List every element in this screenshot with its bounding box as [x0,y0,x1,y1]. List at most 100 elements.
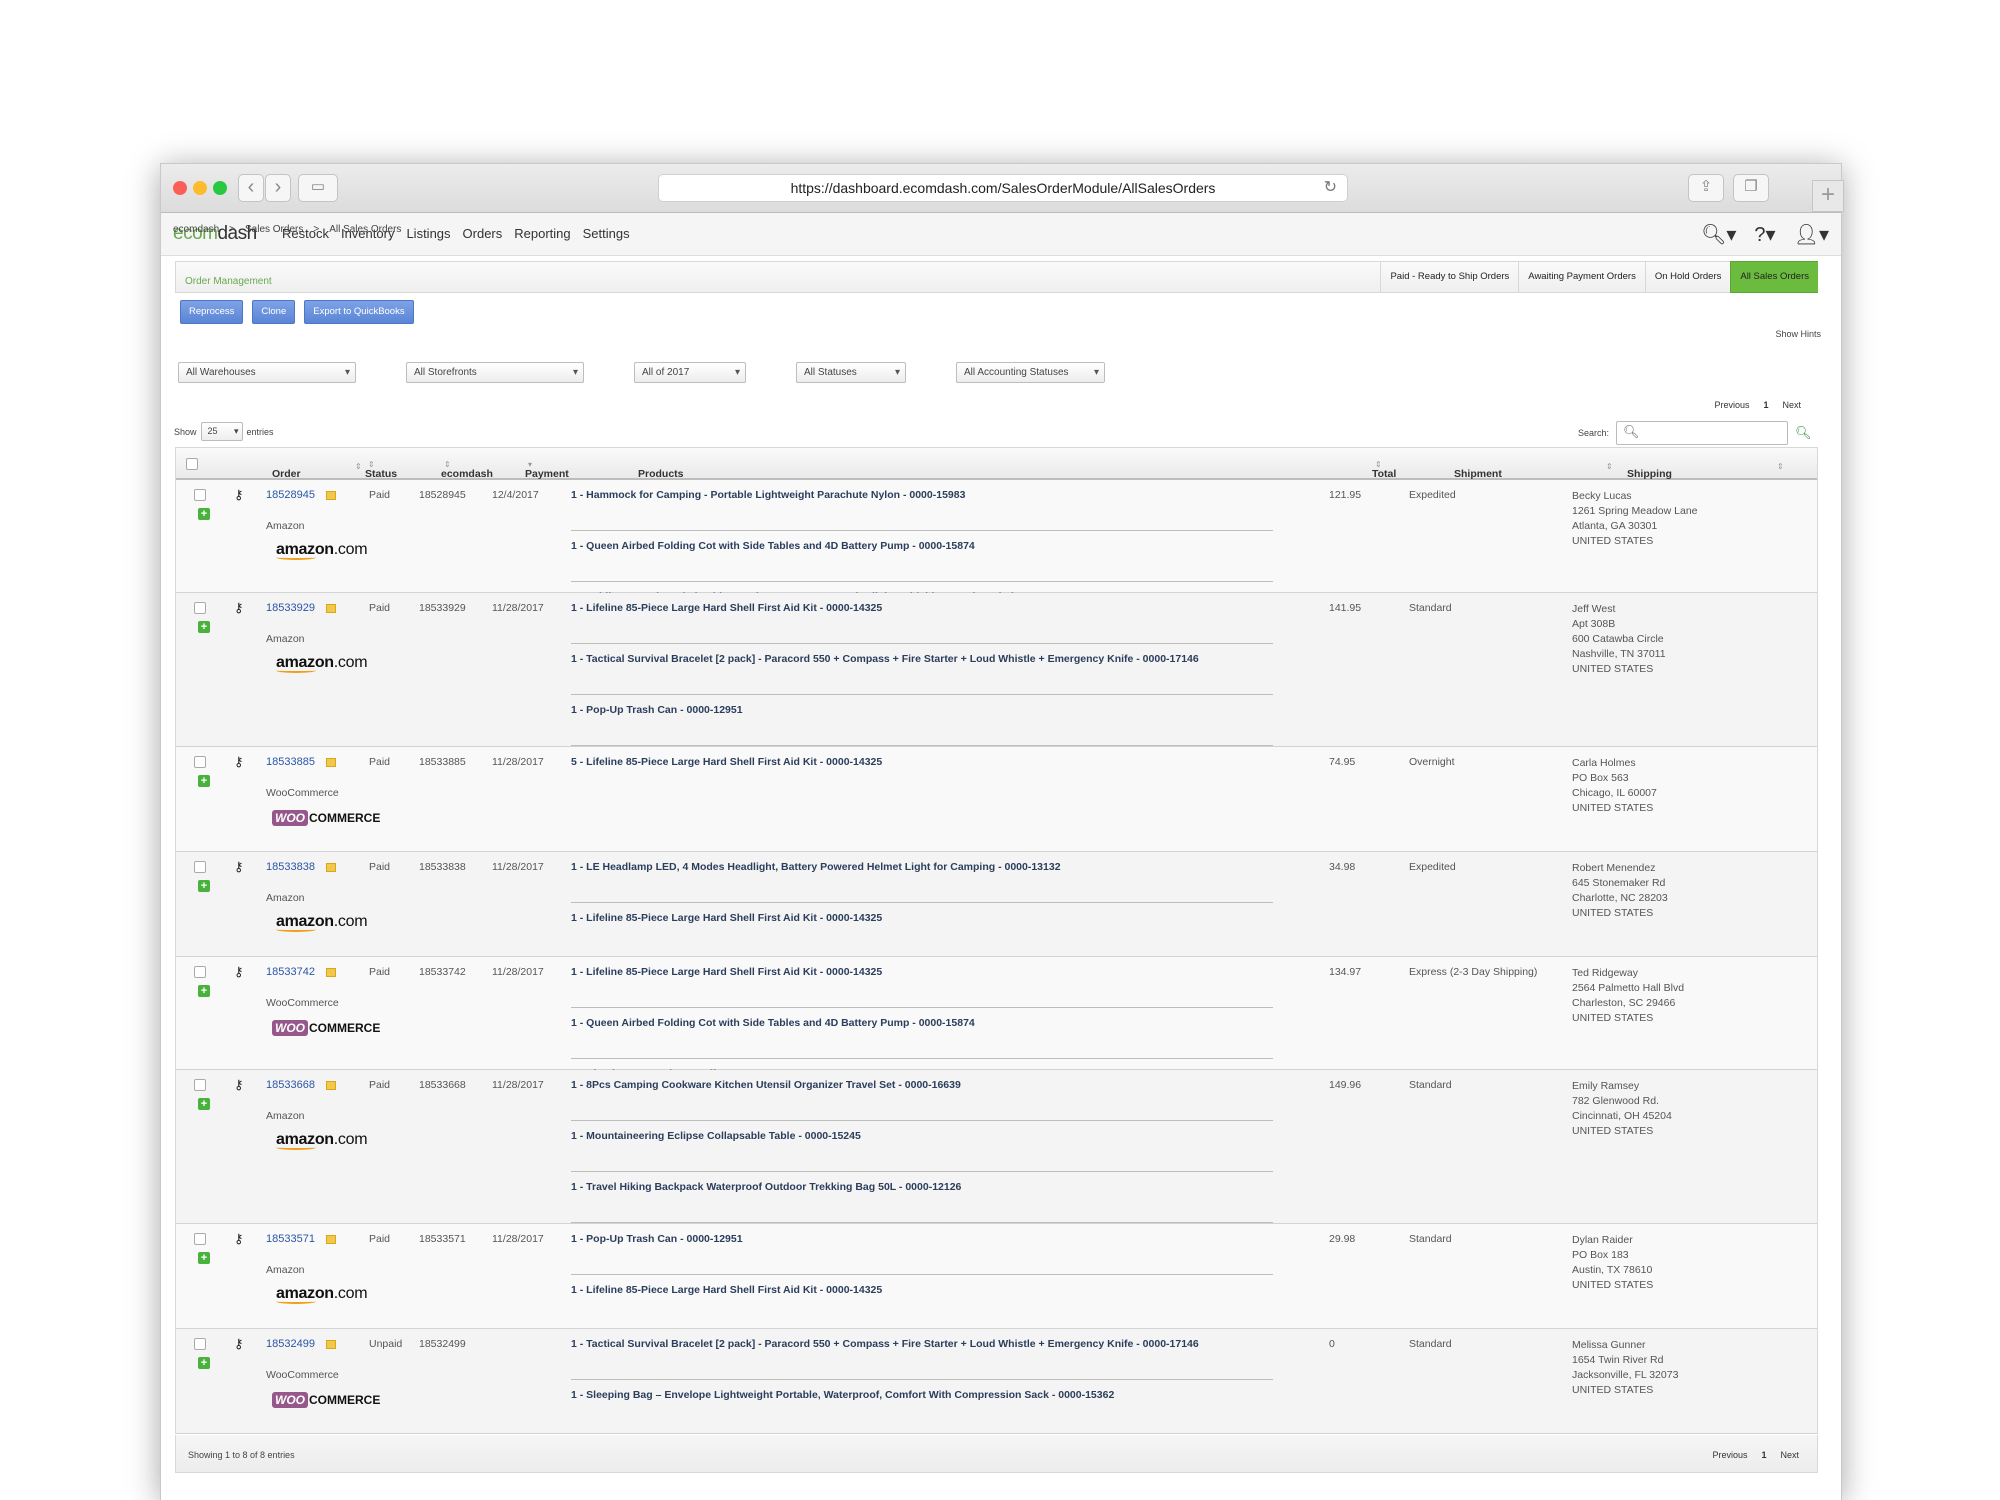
row-checkbox[interactable] [194,1233,206,1245]
expand-row-icon[interactable]: + [198,985,210,997]
product-item[interactable]: 5 - Lifeline 85-Piece Large Hard Shell F… [571,756,1273,798]
binoculars-icon[interactable]: ⚷ [234,1231,244,1247]
product-item[interactable]: 1 - Tactical Survival Bracelet [2 pack] … [571,653,1273,695]
order-number-link[interactable]: 18533742 [266,966,315,978]
address-bar[interactable]: https://dashboard.ecomdash.com/SalesOrde… [658,174,1348,202]
next-page-button[interactable]: Next [1780,1450,1799,1460]
col-status[interactable]: Status ⇕ [365,458,397,480]
binoculars-icon[interactable]: ⚷ [234,964,244,980]
note-icon[interactable] [326,863,336,872]
show-hints-link[interactable]: Show Hints [1775,329,1821,339]
storefront-filter[interactable]: All Storefronts [406,362,584,383]
col-payment-date[interactable]: Payment Date▾ [525,458,569,492]
row-checkbox[interactable] [194,489,206,501]
expand-row-icon[interactable]: + [198,1252,210,1264]
export-quickbooks-button[interactable]: Export to QuickBooks [304,300,414,324]
binoculars-icon[interactable]: ⚷ [234,859,244,875]
product-item[interactable]: 1 - Mountaineering Eclipse Collapsable T… [571,1130,1273,1172]
nav-settings[interactable]: Settings [583,226,630,241]
clone-button[interactable]: Clone [252,300,296,324]
accounting-status-filter[interactable]: All Accounting Statuses [956,362,1105,383]
previous-page-button[interactable]: Previous [1712,1450,1747,1460]
advanced-search-icon[interactable]: 🔍︎ [1795,425,1812,441]
search-input[interactable]: 🔍︎ [1616,421,1789,445]
product-item[interactable]: 1 - Lifeline 85-Piece Large Hard Shell F… [571,966,1273,1008]
product-item[interactable]: 1 - Sleeping Bag – Envelope Lightweight … [571,1389,1273,1431]
nav-reporting[interactable]: Reporting [514,226,570,241]
zoom-window-button[interactable] [213,181,227,195]
product-item[interactable]: 1 - Tactical Survival Bracelet [2 pack] … [571,1338,1273,1380]
product-item[interactable]: 1 - Lifeline 85-Piece Large Hard Shell F… [571,1284,1273,1326]
minimize-window-button[interactable] [193,181,207,195]
crumb-ecomdash[interactable]: ecomdash [173,224,219,235]
col-total-price[interactable]: Total Price⇕ [1372,458,1398,492]
new-tab-button[interactable]: + [1812,180,1844,212]
binoculars-icon[interactable]: ⚷ [234,1336,244,1352]
tab-on-hold[interactable]: On Hold Orders [1644,261,1731,293]
order-number-link[interactable]: 18528945 [266,489,315,501]
product-item[interactable]: 1 - LE Headlamp LED, 4 Modes Headlight, … [571,861,1273,903]
help-icon[interactable]: ?▾ [1754,222,1775,247]
order-number-link[interactable]: 18532499 [266,1338,315,1350]
order-number-link[interactable]: 18533929 [266,602,315,614]
product-item[interactable]: 1 - Pop-Up Trash Can - 0000-12951 [571,1233,1273,1275]
warehouse-filter[interactable]: All Warehouses [178,362,356,383]
sort-icon[interactable]: ⇕ [1606,462,1613,471]
col-ecomdash-id[interactable]: ecomdash ID⇕ [441,458,493,492]
tabs-icon[interactable]: ❐ [1733,174,1769,202]
row-checkbox[interactable] [194,1338,206,1350]
order-number-link[interactable]: 18533571 [266,1233,315,1245]
row-checkbox[interactable] [194,756,206,768]
period-filter[interactable]: All of 2017 [634,362,746,383]
note-icon[interactable] [326,1081,336,1090]
row-checkbox[interactable] [194,966,206,978]
product-item[interactable]: 1 - Pop-Up Trash Can - 0000-12951 [571,704,1273,746]
expand-row-icon[interactable]: + [198,508,210,520]
note-icon[interactable] [326,491,336,500]
next-page-button[interactable]: Next [1782,400,1801,410]
note-icon[interactable] [326,1235,336,1244]
binoculars-icon[interactable]: ⚷ [234,600,244,616]
note-icon[interactable] [326,968,336,977]
tab-awaiting-payment[interactable]: Awaiting Payment Orders [1518,261,1645,293]
search-icon[interactable]: 🔍︎▾ [1701,222,1736,247]
expand-row-icon[interactable]: + [198,880,210,892]
reload-icon[interactable]: ↻ [1324,175,1337,201]
order-number-link[interactable]: 18533885 [266,756,315,768]
tab-paid-ready-to-ship[interactable]: Paid - Ready to Ship Orders [1380,261,1519,293]
user-icon[interactable]: 👤︎▾ [1794,222,1829,247]
note-icon[interactable] [326,758,336,767]
product-item[interactable]: 1 - Queen Airbed Folding Cot with Side T… [571,1017,1273,1059]
expand-row-icon[interactable]: + [198,621,210,633]
status-filter[interactable]: All Statuses [796,362,906,383]
forward-icon[interactable]: › [265,174,291,202]
order-number-link[interactable]: 18533838 [266,861,315,873]
row-checkbox[interactable] [194,861,206,873]
close-window-button[interactable] [173,181,187,195]
note-icon[interactable] [326,604,336,613]
sort-icon[interactable]: ⇕ [355,462,362,471]
order-number-link[interactable]: 18533668 [266,1079,315,1091]
expand-row-icon[interactable]: + [198,1357,210,1369]
previous-page-button[interactable]: Previous [1714,400,1749,410]
page-number[interactable]: 1 [1761,1450,1766,1460]
crumb-sales-orders[interactable]: Sales Orders [245,224,303,235]
row-checkbox[interactable] [194,1079,206,1091]
product-item[interactable]: 1 - Hammock for Camping - Portable Light… [571,489,1273,531]
product-item[interactable]: 1 - Travel Hiking Backpack Waterproof Ou… [571,1181,1273,1223]
nav-orders[interactable]: Orders [463,226,503,241]
expand-row-icon[interactable]: + [198,1098,210,1110]
select-all-checkbox[interactable] [186,458,198,470]
binoculars-icon[interactable]: ⚷ [234,1077,244,1093]
row-checkbox[interactable] [194,602,206,614]
share-icon[interactable]: ⇪ [1688,174,1724,202]
reprocess-button[interactable]: Reprocess [180,300,244,324]
back-icon[interactable]: ‹ [238,174,264,202]
product-item[interactable]: 1 - Lifeline 85-Piece Large Hard Shell F… [571,602,1273,644]
binoculars-icon[interactable]: ⚷ [234,754,244,770]
binoculars-icon[interactable]: ⚷ [234,487,244,503]
product-item[interactable]: 1 - Lifeline 85-Piece Large Hard Shell F… [571,912,1273,954]
entries-select[interactable]: 25 [200,422,243,441]
tab-all-sales-orders[interactable]: All Sales Orders [1730,261,1818,293]
note-icon[interactable] [326,1340,336,1349]
